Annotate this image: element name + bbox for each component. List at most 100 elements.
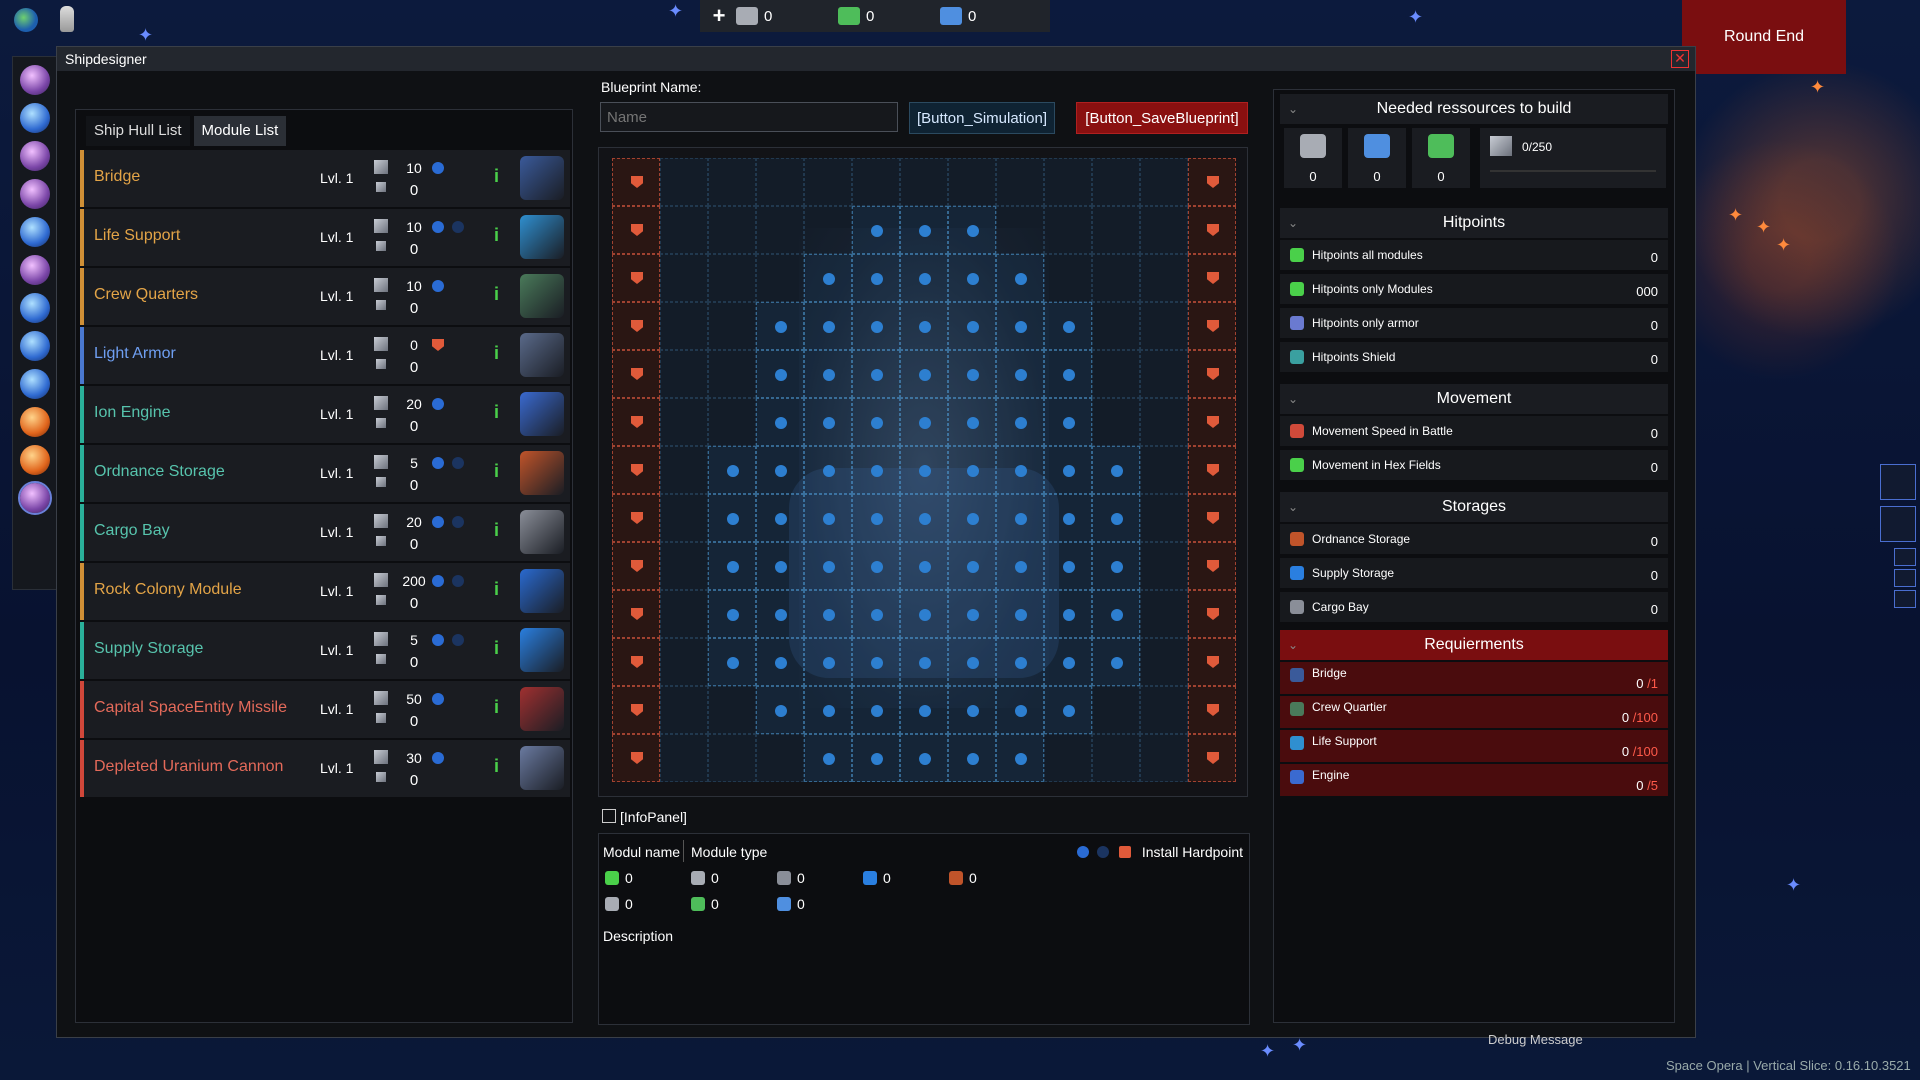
module-slot[interactable] [900,734,948,782]
module-slot[interactable] [852,494,900,542]
module-row[interactable]: Cargo Bay Lvl. 1 20 0 i [80,504,570,561]
module-slot[interactable] [1044,446,1092,494]
grid-cell[interactable] [708,206,756,254]
armor-slot[interactable] [612,302,660,350]
module-slot[interactable] [804,542,852,590]
grid-cell[interactable] [708,734,756,782]
module-slot[interactable] [756,638,804,686]
module-slot[interactable] [900,446,948,494]
grid-cell[interactable] [1044,206,1092,254]
planet-icon[interactable] [20,369,50,399]
grid-cell[interactable] [708,686,756,734]
module-slot[interactable] [900,302,948,350]
planet-icon[interactable] [20,103,50,133]
module-slot[interactable] [708,494,756,542]
module-slot[interactable] [804,398,852,446]
module-slot[interactable] [756,542,804,590]
module-slot[interactable] [996,254,1044,302]
module-slot[interactable] [948,398,996,446]
grid-cell[interactable] [660,398,708,446]
module-slot[interactable] [852,590,900,638]
module-row[interactable]: Crew Quarters Lvl. 1 10 0 i [80,268,570,325]
armor-slot[interactable] [612,446,660,494]
module-slot[interactable] [852,350,900,398]
module-row[interactable]: Supply Storage Lvl. 1 5 0 i [80,622,570,679]
section-header[interactable]: ⌄ Hitpoints [1280,208,1668,238]
section-header[interactable]: ⌄ Movement [1280,384,1668,414]
armor-slot[interactable] [612,638,660,686]
info-icon[interactable]: i [494,461,499,482]
module-slot[interactable] [996,590,1044,638]
armor-slot[interactable] [612,254,660,302]
grid-cell[interactable] [1140,494,1188,542]
grid-cell[interactable] [660,590,708,638]
grid-cell[interactable] [1044,254,1092,302]
module-slot[interactable] [900,542,948,590]
grid-cell[interactable] [1140,638,1188,686]
module-slot[interactable] [804,686,852,734]
armor-slot[interactable] [612,686,660,734]
grid-cell[interactable] [708,302,756,350]
module-slot[interactable] [900,254,948,302]
module-slot[interactable] [852,254,900,302]
grid-cell[interactable] [900,158,948,206]
module-slot[interactable] [756,350,804,398]
armor-slot[interactable] [612,350,660,398]
info-icon[interactable]: i [494,284,499,305]
module-slot[interactable] [852,686,900,734]
module-slot[interactable] [1092,446,1140,494]
grid-cell[interactable] [852,158,900,206]
module-slot[interactable] [948,734,996,782]
info-icon[interactable]: i [494,579,499,600]
module-row[interactable]: Bridge Lvl. 1 10 0 i [80,150,570,207]
grid-cell[interactable] [1044,158,1092,206]
grid-cell[interactable] [660,158,708,206]
module-slot[interactable] [804,638,852,686]
info-icon[interactable]: i [494,225,499,246]
grid-cell[interactable] [660,638,708,686]
armor-slot[interactable] [1188,350,1236,398]
module-slot[interactable] [1092,638,1140,686]
planet-icon[interactable] [20,407,50,437]
module-slot[interactable] [996,494,1044,542]
module-slot[interactable] [948,302,996,350]
grid-cell[interactable] [1140,734,1188,782]
module-slot[interactable] [1092,494,1140,542]
planet-icon[interactable] [20,217,50,247]
save-blueprint-button[interactable]: [Button_SaveBlueprint] [1076,102,1248,134]
grid-cell[interactable] [1092,686,1140,734]
tab-module-list[interactable]: Module List [193,116,287,146]
module-slot[interactable] [1092,590,1140,638]
module-slot[interactable] [804,302,852,350]
armor-slot[interactable] [1188,686,1236,734]
module-slot[interactable] [900,686,948,734]
module-slot[interactable] [1044,542,1092,590]
grid-cell[interactable] [708,158,756,206]
grid-cell[interactable] [708,398,756,446]
grid-cell[interactable] [708,254,756,302]
module-slot[interactable] [708,446,756,494]
grid-cell[interactable] [1092,350,1140,398]
info-icon[interactable]: i [494,402,499,423]
info-icon[interactable]: i [494,697,499,718]
planet-icon[interactable] [18,481,52,515]
grid-cell[interactable] [996,206,1044,254]
grid-cell[interactable] [660,494,708,542]
module-slot[interactable] [900,398,948,446]
module-slot[interactable] [852,446,900,494]
module-slot[interactable] [996,638,1044,686]
grid-cell[interactable] [996,158,1044,206]
grid-cell[interactable] [756,734,804,782]
grid-cell[interactable] [1092,302,1140,350]
module-slot[interactable] [1044,590,1092,638]
armor-slot[interactable] [612,542,660,590]
module-slot[interactable] [996,446,1044,494]
grid-cell[interactable] [804,206,852,254]
module-slot[interactable] [996,734,1044,782]
module-slot[interactable] [708,590,756,638]
grid-cell[interactable] [1092,158,1140,206]
module-slot[interactable] [852,398,900,446]
module-slot[interactable] [804,734,852,782]
grid-cell[interactable] [1140,350,1188,398]
info-icon[interactable]: i [494,343,499,364]
